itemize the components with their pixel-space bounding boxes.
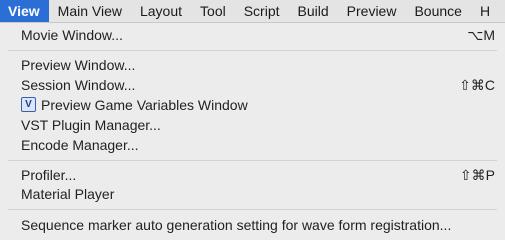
menubar-help-truncated[interactable]: H bbox=[471, 0, 499, 22]
menu-separator bbox=[8, 50, 497, 51]
variables-badge-icon: V bbox=[21, 97, 36, 113]
menu-item-label: Material Player bbox=[21, 186, 115, 202]
menubar-script[interactable]: Script bbox=[235, 0, 289, 22]
menubar-bounce[interactable]: Bounce bbox=[405, 0, 470, 22]
menu-item-label: Session Window... bbox=[21, 77, 136, 93]
menu-item-label: Movie Window... bbox=[21, 27, 123, 43]
menu-item-encode-manager[interactable]: Encode Manager... bbox=[0, 135, 505, 155]
menu-item-label: Preview Game Variables Window bbox=[41, 96, 248, 113]
menu-item-shortcut: ⌥M bbox=[467, 26, 495, 43]
menu-item-shortcut: ⇧⌘P bbox=[459, 166, 495, 183]
menu-item-preview-game-variables-window[interactable]: V Preview Game Variables Window bbox=[0, 95, 505, 115]
menu-item-label: Sequence marker auto generation setting … bbox=[21, 217, 452, 233]
menu-separator bbox=[8, 160, 497, 161]
menu-bar: View Main View Layout Tool Script Build … bbox=[0, 0, 505, 23]
menu-item-preview-window[interactable]: Preview Window... bbox=[0, 55, 505, 75]
menubar-preview[interactable]: Preview bbox=[338, 0, 406, 22]
menu-item-shortcut: ⇧⌘C bbox=[459, 76, 495, 93]
menu-item-sequence-marker-setting[interactable]: Sequence marker auto generation setting … bbox=[0, 215, 505, 235]
menubar-layout[interactable]: Layout bbox=[131, 0, 191, 22]
menu-item-label: Encode Manager... bbox=[21, 137, 139, 153]
menu-separator bbox=[8, 209, 497, 210]
menubar-build[interactable]: Build bbox=[289, 0, 338, 22]
menu-item-label: Preview Window... bbox=[21, 57, 136, 73]
menu-item-movie-window[interactable]: Movie Window... ⌥M bbox=[0, 25, 505, 45]
menubar-view[interactable]: View bbox=[0, 0, 49, 22]
menu-item-vst-plugin-manager[interactable]: VST Plugin Manager... bbox=[0, 115, 505, 135]
menu-item-profiler[interactable]: Profiler... ⇧⌘P bbox=[0, 165, 505, 185]
menubar-tool[interactable]: Tool bbox=[191, 0, 235, 22]
menubar-main-view[interactable]: Main View bbox=[49, 0, 131, 22]
menu-item-label-wrapper: V Preview Game Variables Window bbox=[21, 97, 248, 114]
view-dropdown-menu: Movie Window... ⌥M Preview Window... Ses… bbox=[0, 23, 505, 240]
menu-item-material-player[interactable]: Material Player bbox=[0, 184, 505, 204]
menu-item-session-window[interactable]: Session Window... ⇧⌘C bbox=[0, 75, 505, 95]
menu-item-label: Profiler... bbox=[21, 167, 77, 183]
menu-item-label: VST Plugin Manager... bbox=[21, 117, 161, 133]
